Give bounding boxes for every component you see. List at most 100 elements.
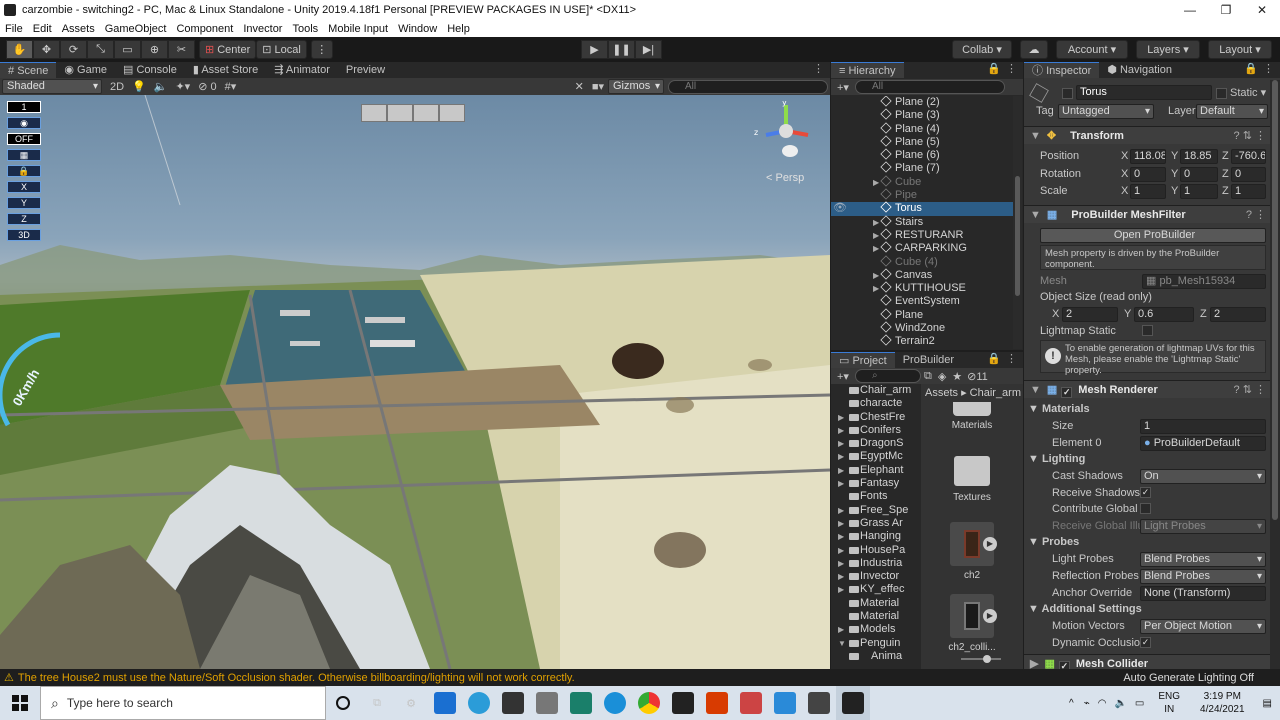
mesh-renderer-header[interactable]: ▼ ▦ ✓ Mesh Renderer ? ⇅ ⋮ bbox=[1024, 380, 1270, 398]
notes-icon[interactable] bbox=[768, 686, 802, 720]
asset-ch2[interactable]: ch2 bbox=[935, 522, 1009, 581]
expand-arrow-icon[interactable]: ▶ bbox=[873, 176, 879, 189]
transform-tool-icon[interactable]: ⊕ bbox=[141, 40, 168, 59]
asset-materials[interactable]: Materials bbox=[935, 402, 1009, 431]
overlay-lock-icon[interactable]: 🔒 bbox=[7, 165, 41, 177]
hierarchy-menu-icon[interactable]: ⋮ bbox=[1006, 62, 1017, 75]
scale-x-field[interactable]: 1 bbox=[1130, 184, 1166, 199]
tag-dropdown[interactable]: Untagged bbox=[1058, 104, 1154, 119]
hierarchy-item[interactable]: ▶ Canvas bbox=[831, 268, 1013, 282]
step-button-icon[interactable]: ▶| bbox=[635, 40, 662, 59]
hand-tool-icon[interactable]: ✋ bbox=[6, 40, 33, 59]
collab-dropdown[interactable]: Collab ▾ bbox=[952, 40, 1012, 59]
console-last-message[interactable]: The tree House2 must use the Nature/Soft… bbox=[18, 672, 1123, 684]
scene-viewport[interactable]: 0Km/h 1 ◉ OFF ▦ 🔒 X Y Z 3D y z < Persp bbox=[0, 95, 830, 669]
tray-chevron-icon[interactable]: ^ bbox=[1069, 698, 1074, 709]
vertex-mode-icon[interactable] bbox=[387, 104, 413, 122]
lightmap-static-checkbox[interactable] bbox=[1142, 325, 1153, 336]
receive-shadows-checkbox[interactable]: ✓ bbox=[1140, 487, 1151, 498]
asset-textures[interactable]: Textures bbox=[935, 456, 1009, 503]
close-button[interactable]: ✕ bbox=[1244, 3, 1280, 17]
expand-arrow-icon[interactable]: ▶ bbox=[838, 464, 844, 477]
expand-arrow-icon[interactable]: ▶ bbox=[838, 544, 844, 557]
tab-scene[interactable]: # Scene bbox=[0, 62, 57, 78]
hierarchy-scroll-thumb[interactable] bbox=[1015, 176, 1020, 296]
component-menu-icon[interactable]: ? ⇅ ⋮ bbox=[1234, 127, 1266, 145]
project-search-input[interactable]: ⌕ bbox=[854, 369, 921, 383]
expand-arrow-icon[interactable]: ▶ bbox=[838, 504, 844, 517]
play-preview-icon[interactable]: ▶ bbox=[983, 537, 997, 551]
static-checkbox[interactable] bbox=[1216, 88, 1227, 99]
hierarchy-item[interactable]: ▶ RESTURANR bbox=[831, 228, 1013, 242]
folder-item[interactable]: Material bbox=[831, 597, 919, 610]
rotation-x-field[interactable]: 0 bbox=[1130, 167, 1166, 182]
custom-tool-icon[interactable]: ✂ bbox=[168, 40, 195, 59]
overlay-y[interactable]: Y bbox=[7, 197, 41, 209]
hierarchy-item[interactable]: ▶ Stairs bbox=[831, 215, 1013, 229]
open-probuilder-button[interactable]: Open ProBuilder bbox=[1040, 228, 1266, 243]
menu-mobile-input[interactable]: Mobile Input bbox=[323, 23, 393, 35]
folder-item[interactable]: ▶ HousePa bbox=[831, 544, 919, 557]
edge-mode-icon[interactable] bbox=[413, 104, 439, 122]
cast-shadows-dropdown[interactable]: On bbox=[1140, 469, 1266, 484]
clock[interactable]: 3:19 PM 4/24/2021 bbox=[1200, 690, 1245, 716]
folder-item[interactable]: ▶ Invector bbox=[831, 570, 919, 583]
audio-toggle-icon[interactable]: 🔈 bbox=[150, 80, 172, 93]
tab-project[interactable]: ▭ Project bbox=[831, 352, 895, 368]
unity-hub-icon[interactable] bbox=[666, 686, 700, 720]
folder-item[interactable]: ▶ KY_effec bbox=[831, 583, 919, 596]
create-asset-icon[interactable]: +▾ bbox=[831, 370, 855, 383]
rect-tool-icon[interactable]: ▭ bbox=[114, 40, 141, 59]
unity-editor-icon[interactable] bbox=[802, 686, 836, 720]
menu-assets[interactable]: Assets bbox=[57, 23, 100, 35]
hierarchy-item-selected[interactable]: 👁 Torus bbox=[831, 201, 1013, 216]
grid-toggle-icon[interactable]: #▾ bbox=[221, 80, 241, 93]
scale-z-field[interactable]: 1 bbox=[1231, 184, 1266, 199]
settings-icon[interactable]: ⚙ bbox=[394, 686, 428, 720]
menu-invector[interactable]: Invector bbox=[238, 23, 287, 35]
panel-menu-icon[interactable]: ⋮ bbox=[813, 62, 824, 75]
tab-navigation[interactable]: ⬢ Navigation bbox=[1099, 62, 1180, 78]
scene-search-input[interactable]: All bbox=[668, 79, 828, 94]
skype-icon[interactable] bbox=[598, 686, 632, 720]
filter-label-icon[interactable]: ◈ bbox=[935, 370, 949, 383]
expand-arrow-icon[interactable]: ▶ bbox=[838, 517, 844, 530]
foldout-arrow-icon[interactable]: ▼ bbox=[1030, 384, 1041, 396]
folder-item[interactable]: characte bbox=[831, 397, 919, 410]
project-menu-icon[interactable]: ⋮ bbox=[1006, 352, 1017, 365]
anchor-override-field[interactable]: None (Transform) bbox=[1140, 586, 1266, 601]
hierarchy-item[interactable]: ▶ CARPARKING bbox=[831, 241, 1013, 255]
play-button-icon[interactable]: ▶ bbox=[581, 40, 608, 59]
expand-arrow-icon[interactable]: ▶ bbox=[873, 282, 879, 295]
create-dropdown-icon[interactable]: +▾ bbox=[831, 81, 855, 94]
gizmos-dropdown[interactable]: Gizmos bbox=[608, 79, 664, 94]
expand-arrow-icon[interactable]: ▶ bbox=[873, 229, 879, 242]
camera-icon[interactable]: ■▾ bbox=[588, 80, 608, 93]
expand-arrow-icon[interactable]: ▶ bbox=[838, 557, 844, 570]
account-dropdown[interactable]: Account ▾ bbox=[1056, 40, 1128, 59]
mail-icon[interactable] bbox=[428, 686, 462, 720]
overlay-off[interactable]: OFF bbox=[7, 133, 41, 145]
overlay-x[interactable]: X bbox=[7, 181, 41, 193]
layout-dropdown[interactable]: Layout ▾ bbox=[1208, 40, 1272, 59]
hidden-objects-toggle[interactable]: ⊘ 0 bbox=[194, 80, 220, 93]
rotate-tool-icon[interactable]: ⟳ bbox=[60, 40, 87, 59]
office-icon[interactable] bbox=[700, 686, 734, 720]
folder-item[interactable]: ▶ Conifers bbox=[831, 424, 919, 437]
hidden-packages-toggle[interactable]: ⊘11 bbox=[965, 370, 990, 383]
position-z-field[interactable]: -760.6 bbox=[1231, 149, 1266, 164]
lock-icon[interactable]: 🔒 bbox=[1244, 62, 1258, 75]
wifi-icon[interactable]: ◠ bbox=[1098, 698, 1107, 709]
folder-item[interactable]: ▼ Penguin bbox=[831, 637, 919, 650]
visibility-eye-icon[interactable]: 👁 bbox=[833, 202, 847, 215]
files-icon[interactable] bbox=[530, 686, 564, 720]
slider-handle[interactable] bbox=[983, 655, 991, 663]
pivot-local-button[interactable]: ⊡ Local bbox=[256, 40, 307, 59]
folder-item[interactable]: Fonts bbox=[831, 490, 919, 503]
inspector-scrollbar[interactable] bbox=[1270, 80, 1280, 669]
hierarchy-scrollbar[interactable] bbox=[1013, 96, 1022, 349]
menu-gameobject[interactable]: GameObject bbox=[100, 23, 172, 35]
meshfilter-header[interactable]: ▼ ▦ ProBuilder MeshFilter ? ⋮ bbox=[1024, 205, 1270, 223]
mode-2d-toggle[interactable]: 2D bbox=[106, 81, 128, 93]
volume-icon[interactable]: 🔈 bbox=[1114, 698, 1126, 709]
